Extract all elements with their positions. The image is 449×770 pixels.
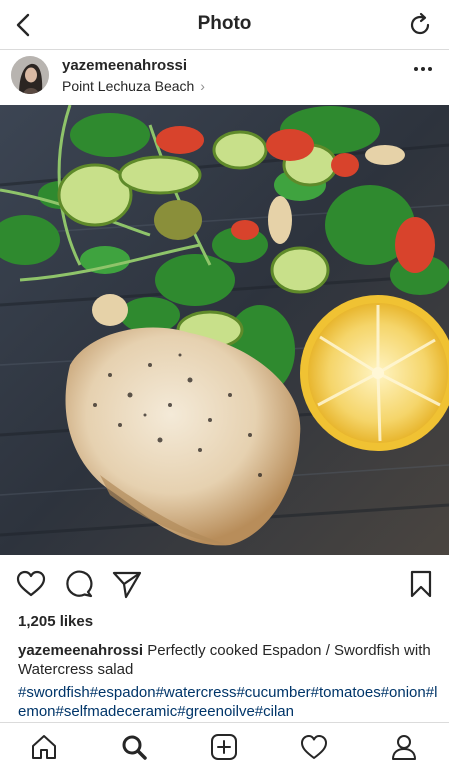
- top-nav-bar: Photo: [0, 0, 449, 50]
- post-action-bar: [0, 555, 449, 611]
- profile-icon[interactable]: [390, 733, 418, 761]
- caption-hashtags[interactable]: #swordfish#espadon#watercress#cucumber#t…: [18, 683, 438, 721]
- post-header: yazemeenahrossi Point Lechuza Beach ›: [0, 50, 449, 105]
- post-photo[interactable]: [0, 105, 449, 555]
- bottom-tab-bar: [0, 722, 449, 770]
- home-icon[interactable]: [30, 733, 58, 761]
- refresh-icon[interactable]: [409, 12, 433, 38]
- new-post-icon[interactable]: [210, 733, 238, 761]
- avatar[interactable]: [11, 56, 49, 94]
- activity-icon[interactable]: [300, 733, 328, 761]
- post-caption: yazemeenahrossi Perfectly cooked Espadon…: [18, 641, 438, 679]
- likes-count[interactable]: 1,205 likes: [18, 613, 93, 630]
- heart-icon[interactable]: [16, 569, 46, 599]
- comment-icon[interactable]: [64, 569, 94, 599]
- send-icon[interactable]: [112, 569, 142, 599]
- bookmark-icon[interactable]: [406, 569, 436, 599]
- post-username[interactable]: yazemeenahrossi: [62, 57, 187, 74]
- chevron-right-icon: ›: [200, 78, 205, 94]
- post-location[interactable]: Point Lechuza Beach ›: [62, 78, 205, 94]
- page-title: Photo: [197, 13, 252, 34]
- caption-username[interactable]: yazemeenahrossi: [18, 642, 143, 659]
- food-photo-illustration: [0, 105, 449, 555]
- more-dots-icon[interactable]: [413, 64, 433, 74]
- avatar-image: [11, 56, 49, 94]
- location-label: Point Lechuza Beach: [62, 78, 195, 94]
- search-icon[interactable]: [120, 733, 148, 761]
